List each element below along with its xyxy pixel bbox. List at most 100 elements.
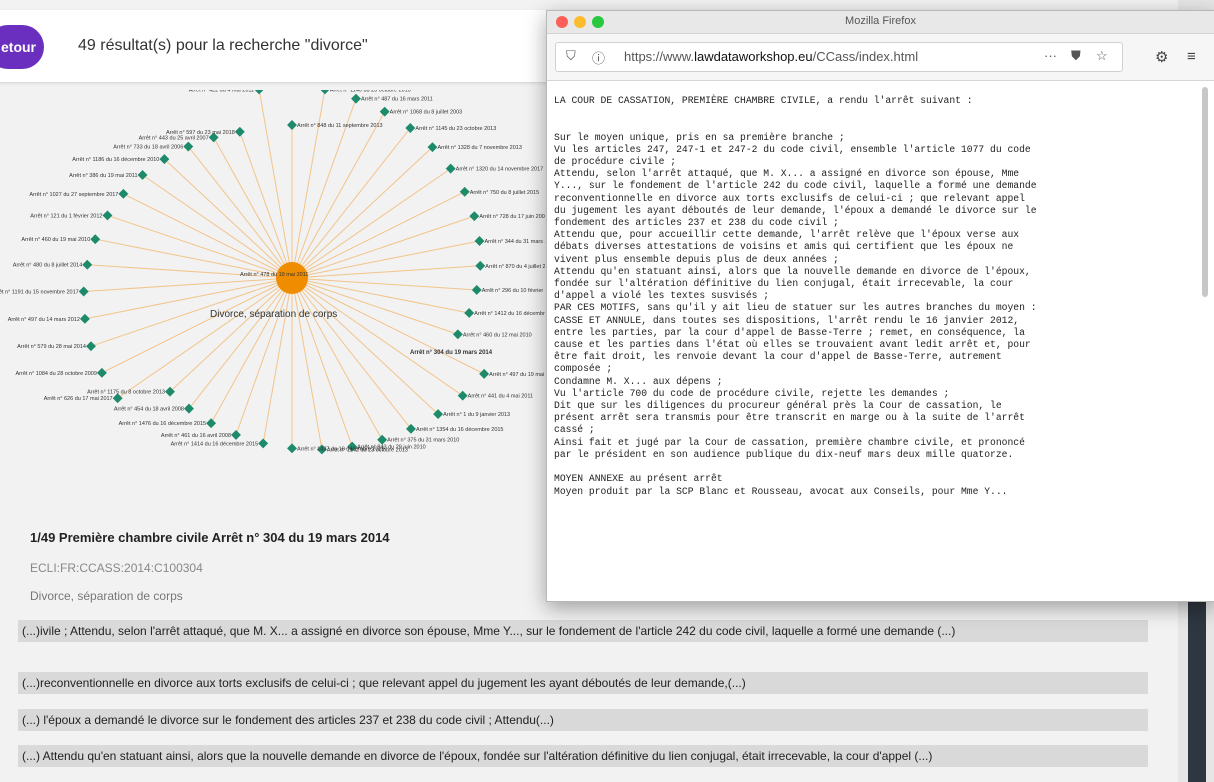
graph-edge [210,277,293,424]
graph-node[interactable] [137,170,148,180]
firefox-window: Mozilla Firefox ⛉ ⓘ https://www.lawdataw… [546,10,1214,602]
snippet-1: (...)ivile ; Attendu, selon l'arrêt atta… [18,620,1148,642]
graph-center-node-label: Arrêt n° 478 du 19 mai 2011 [240,272,308,278]
graph-node[interactable] [86,341,96,352]
graph-node[interactable] [351,93,361,104]
snippet-2: (...)reconventionnelle en divorce aux to… [18,672,1148,694]
graph-node-label: Arrêt n° 848 du 11 septembre 2013 [297,123,383,129]
site-info-icon[interactable]: ⓘ [592,48,605,67]
graph-center-node[interactable] [276,262,308,294]
graph-edge [169,277,293,393]
graph-node-label: Arrêt n° 480 du 8 juillet 2014 [13,263,82,269]
graph-edge [213,137,293,279]
graph-node-label: Arrêt n° 1068 du 8 juillet 2003 [390,110,463,116]
graph-node[interactable] [471,285,482,295]
graph-node-label: Arrêt n° 443 du 25 avril 2007 [139,135,209,141]
graph-node[interactable] [183,141,194,152]
graph-node-label: Arrêt n° 386 du 19 mai 2011 [69,173,137,179]
case-network-graph[interactable]: Arrêt n° 848 du 11 septembre 2013 Arrêt n… [0,90,545,510]
graph-node[interactable] [405,123,416,133]
graph-edge [83,277,293,292]
graph-node[interactable] [474,236,485,246]
document-viewport[interactable]: LA COUR DE CASSATION, PREMIÈRE CHAMBRE C… [547,81,1197,601]
tracking-shield-icon[interactable]: ⛉ [566,48,576,64]
graph-edge [291,265,481,279]
graph-node[interactable] [231,429,241,440]
graph-node[interactable] [78,286,89,297]
graph-node[interactable] [234,126,245,137]
graph-node[interactable] [479,368,490,379]
graph-node-label: Arrêt n° 296 du 10 février 2013 [482,288,545,294]
graph-node-label: Arrêt n° 626 du 17 mai 2017 [44,396,113,402]
graph-edge [291,127,411,279]
graph-node[interactable] [254,90,265,95]
snippet-3: (...) l'époux a demandé le divorce sur l… [18,709,1148,731]
graph-node[interactable] [79,313,90,324]
graph-node[interactable] [475,260,486,271]
graph-node-label: Arrêt n° 597 du 23 mai 2018 [166,130,235,136]
graph-node-label: Arrêt n° 1 du 9 janvier 2013 [443,412,510,418]
graph-node[interactable] [90,234,101,245]
pocket-icon[interactable]: ⛊ [1071,48,1081,64]
graph-node[interactable] [464,308,475,318]
document-scrollbar[interactable] [1202,87,1208,297]
graph-edge [187,146,293,279]
firefox-toolbar: ⛉ ⓘ https://www.lawdataworkshop.eu/CCass… [547,34,1214,81]
graph-node[interactable] [184,403,194,414]
url-text[interactable]: https://www.lawdataworkshop.eu/CCass/ind… [624,49,918,64]
graph-edge [291,277,463,397]
graph-node[interactable] [82,259,93,270]
window-title: Mozilla Firefox [845,15,916,27]
graph-node[interactable] [96,367,107,378]
graph-node[interactable] [379,106,390,117]
graph-node-label: Arrêt n° 1412 du 16 décembre 2015 [474,311,545,317]
graph-node-label: Arrêt n° 750 du 8 juillet 2015 [470,190,539,196]
graph-node-label: Arrêt n° 460 du 19 mai 2010 [21,237,90,243]
page-actions-menu-icon[interactable]: ··· [1044,48,1057,63]
snippet-4: (...) Attendu qu'en statuant ainsi, alor… [18,745,1148,767]
graph-node[interactable] [406,423,416,434]
graph-node-label: Arrêt n° 1145 du 23 octobre 2013 [415,126,496,132]
bookmark-star-icon[interactable]: ☆ [1096,48,1108,64]
graph-node-label: Arrêt n° 1191 du 15 novembre 2017 [0,289,79,295]
graph-node[interactable] [206,418,217,429]
graph-edge [291,277,323,450]
result-title[interactable]: 1/49 Première chambre civile Arrêt n° 30… [30,530,530,545]
graph-node[interactable] [287,120,297,130]
graph-node-label: Arrêt n° 1320 du 14 novembre 2017 [456,167,544,173]
address-bar[interactable]: ⛉ ⓘ https://www.lawdataworkshop.eu/CCass… [555,42,1123,72]
result-subject: Divorce, séparation de corps [30,589,183,603]
graph-node-label: Arrêt n° 870 du 4 juillet 2013 [485,264,545,270]
graph-edge [291,277,477,291]
graph-edge [188,277,293,409]
graph-node[interactable] [459,186,470,197]
result-ecli: ECLI:FR:CCASS:2014:C100304 [30,561,203,575]
graph-node-label: Arrêt n° 728 du 17 juin 2009 [479,214,545,220]
graph-node-label: Arrêt n° 1175 du 8 octobre 2013 [87,390,165,396]
graph-node-label: Arrêt n° 460 du 12 mai 2010 [463,332,532,338]
graph-node-label: Arrêt n° 454 du 18 avril 2008 [114,407,184,413]
graph-node-label: Arrêt n° 497 du 14 mars 2012 [8,317,80,323]
graph-node[interactable] [377,434,388,445]
graph-node-label: Arrêt n° 1328 du 7 novembre 2013 [437,145,521,151]
graph-node-label: Arrêt n° 344 du 31 mars 2010 [485,239,545,245]
graph-node[interactable] [445,163,456,174]
graph-node[interactable] [102,210,113,221]
graph-node-label: Arrêt n° 1186 du 16 décembre 2010 [72,157,159,163]
graph-node-label: Arrêt n° 422 du 4 mai 2011 [189,90,254,93]
graph-node[interactable] [118,188,129,199]
graph-node[interactable] [469,211,480,222]
graph-node[interactable] [258,438,269,449]
hamburger-menu-icon[interactable]: ≡ [1187,48,1196,65]
firefox-titlebar[interactable]: Mozilla Firefox [547,11,1214,34]
graph-node[interactable] [457,390,468,401]
graph-node[interactable] [287,443,297,454]
graph-node[interactable] [452,329,463,340]
graph-node[interactable] [319,90,330,95]
graph-edge [291,168,451,279]
graph-edge [291,277,412,430]
graph-node-label: Arrêt n° 1437 du 16 décembre 2015 [297,446,385,452]
graph-node-label: Arrêt n° 121 du 1 février 2012 [30,213,102,219]
back-button[interactable]: etour [0,25,44,69]
extensions-icon[interactable]: ⚙ [1155,48,1168,66]
